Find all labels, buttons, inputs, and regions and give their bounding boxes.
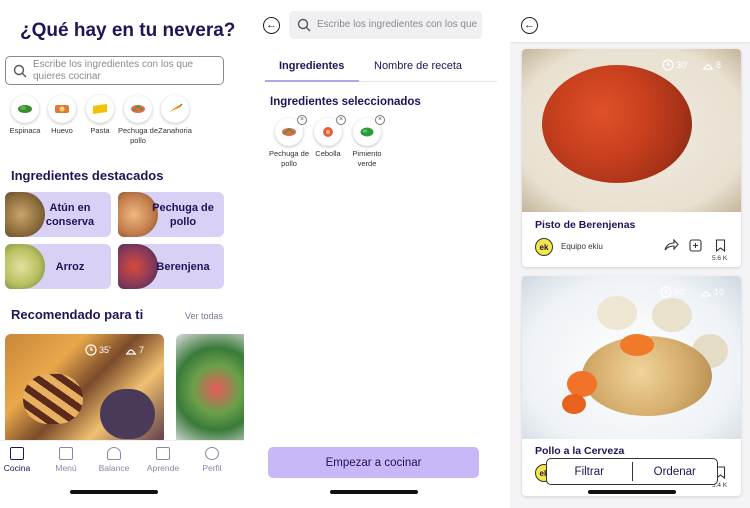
servings-value: 10	[714, 287, 725, 297]
servings-value: 7	[139, 345, 145, 355]
bookmark-icon[interactable]	[715, 239, 726, 252]
tab-divider	[359, 81, 497, 82]
featured-label: Pechuga de pollo	[152, 201, 214, 228]
featured-arroz[interactable]: Arroz	[5, 244, 111, 289]
home-screen: ¿Qué hay en tu nevera? Escribe los ingre…	[0, 0, 244, 508]
recipe-results-screen: ← 30' 8 Pisto de Berenjenas ek Equipo ek…	[510, 0, 750, 508]
onion-icon	[323, 127, 333, 137]
clock-icon	[662, 59, 674, 71]
selected-ingredients-title: Ingredientes seleccionados	[270, 96, 421, 108]
back-arrow-icon[interactable]: ←	[263, 17, 280, 34]
tab-label: Aprende	[146, 463, 180, 473]
servings-icon	[126, 349, 136, 355]
bottom-tab-bar: Cocina Menú Balance Aprende Perfil	[0, 440, 244, 508]
time-value: 35'	[99, 345, 111, 355]
balance-icon	[107, 447, 121, 460]
back-arrow-icon[interactable]: ←	[521, 17, 538, 34]
recipe-card[interactable]: 30' 8 Pisto de Berenjenas ek Equipo ekiu…	[522, 49, 741, 267]
tab-menu[interactable]: Menú	[42, 447, 90, 473]
tab-ingredientes[interactable]: Ingredientes	[279, 60, 344, 72]
author-avatar: ek	[535, 238, 553, 256]
chip-label: Pimiento verde	[352, 149, 382, 168]
featured-pechuga[interactable]: Pechuga de pollo	[118, 192, 224, 237]
remove-icon[interactable]: ×	[375, 115, 385, 125]
chicken-breast-icon	[282, 127, 296, 136]
recommended-card-next[interactable]	[176, 334, 244, 444]
page-title: ¿Qué hay en tu nevera?	[20, 20, 236, 41]
recommended-card[interactable]: 35' 7	[5, 334, 164, 444]
carrot-icon	[169, 103, 183, 112]
chip-zanahoria[interactable]: Zanahoria	[150, 95, 200, 136]
home-indicator	[588, 490, 676, 494]
ingredient-search-input[interactable]: Escribe los ingredientes con los que qui…	[5, 56, 224, 85]
spinach-icon	[18, 105, 32, 113]
featured-berenjena[interactable]: Berenjena	[118, 244, 224, 289]
start-cooking-button[interactable]: Empezar a cocinar	[268, 447, 479, 478]
search-placeholder: Escribe los ingredientes con los que qui…	[33, 59, 194, 82]
home-indicator	[70, 490, 158, 494]
recipe-title: Pisto de Berenjenas	[535, 219, 636, 231]
recipe-title: Pollo a la Cerveza	[535, 445, 625, 457]
servings-badge: 7	[125, 344, 144, 356]
calendar-icon	[59, 447, 73, 460]
search-placeholder: Escribe los ingredientes con los que c	[317, 19, 477, 30]
servings-badge: 10	[700, 286, 724, 298]
tab-balance[interactable]: Balance	[90, 447, 138, 473]
recommended-title: Recomendado para ti	[11, 307, 144, 322]
selected-pimiento-verde[interactable]: × Pimiento verde	[342, 115, 392, 169]
tab-perfil[interactable]: Perfil	[188, 447, 236, 473]
servings-value: 8	[716, 60, 722, 70]
recipe-photo: 60' 10	[522, 276, 741, 439]
tab-label: Perfil	[202, 463, 222, 473]
chicken-breast-icon	[131, 104, 145, 113]
tab-cocina[interactable]: Cocina	[0, 447, 41, 473]
featured-ingredients-title: Ingredientes destacados	[11, 168, 164, 183]
search-icon	[297, 18, 311, 32]
pasta-icon	[93, 104, 107, 114]
tab-nombre-receta[interactable]: Nombre de receta	[374, 60, 462, 72]
chip-label: Zanahoria	[158, 126, 192, 135]
time-badge: 60'	[660, 286, 686, 298]
featured-label: Arroz	[55, 260, 85, 273]
filter-button[interactable]: Filtrar	[547, 466, 632, 478]
home-indicator	[330, 490, 418, 494]
active-tab-indicator	[265, 80, 359, 82]
time-badge: 35'	[85, 344, 111, 356]
featured-label: Berenjena	[156, 260, 210, 273]
user-icon	[205, 447, 219, 460]
tab-aprende[interactable]: Aprende	[139, 447, 187, 473]
servings-icon	[701, 291, 711, 297]
tab-label: Menú	[55, 463, 77, 473]
tab-label: Balance	[98, 463, 130, 473]
clock-icon	[85, 344, 97, 356]
time-value: 60'	[674, 287, 686, 297]
featured-atun[interactable]: Atún en conserva	[5, 192, 111, 237]
saves-count: 5.6 K	[712, 255, 728, 262]
share-icon[interactable]	[664, 239, 679, 252]
see-all-link[interactable]: Ver todas	[185, 311, 223, 321]
tab-label: Cocina	[3, 463, 31, 473]
author-name: Equipo ekiu	[561, 242, 603, 251]
pot-icon	[10, 447, 24, 460]
green-pepper-icon	[360, 127, 374, 137]
ingredient-search-screen: ← Escribe los ingredientes con los que c…	[251, 0, 497, 508]
recipe-photo: 30' 8	[522, 49, 741, 212]
egg-icon	[55, 105, 69, 113]
servings-badge: 8	[702, 59, 721, 71]
time-value: 30'	[676, 60, 688, 70]
results-header	[510, 0, 750, 42]
time-badge: 30'	[662, 59, 688, 71]
sort-button[interactable]: Ordenar	[633, 466, 718, 478]
clock-icon	[660, 286, 672, 298]
featured-label: Atún en conserva	[45, 201, 95, 228]
filter-sort-bar: Filtrar Ordenar	[546, 458, 718, 485]
add-to-menu-icon[interactable]	[689, 239, 702, 252]
search-icon	[13, 64, 27, 78]
book-icon	[156, 447, 170, 460]
servings-icon	[703, 64, 713, 70]
ingredient-search-input[interactable]: Escribe los ingredientes con los que c	[289, 11, 482, 39]
